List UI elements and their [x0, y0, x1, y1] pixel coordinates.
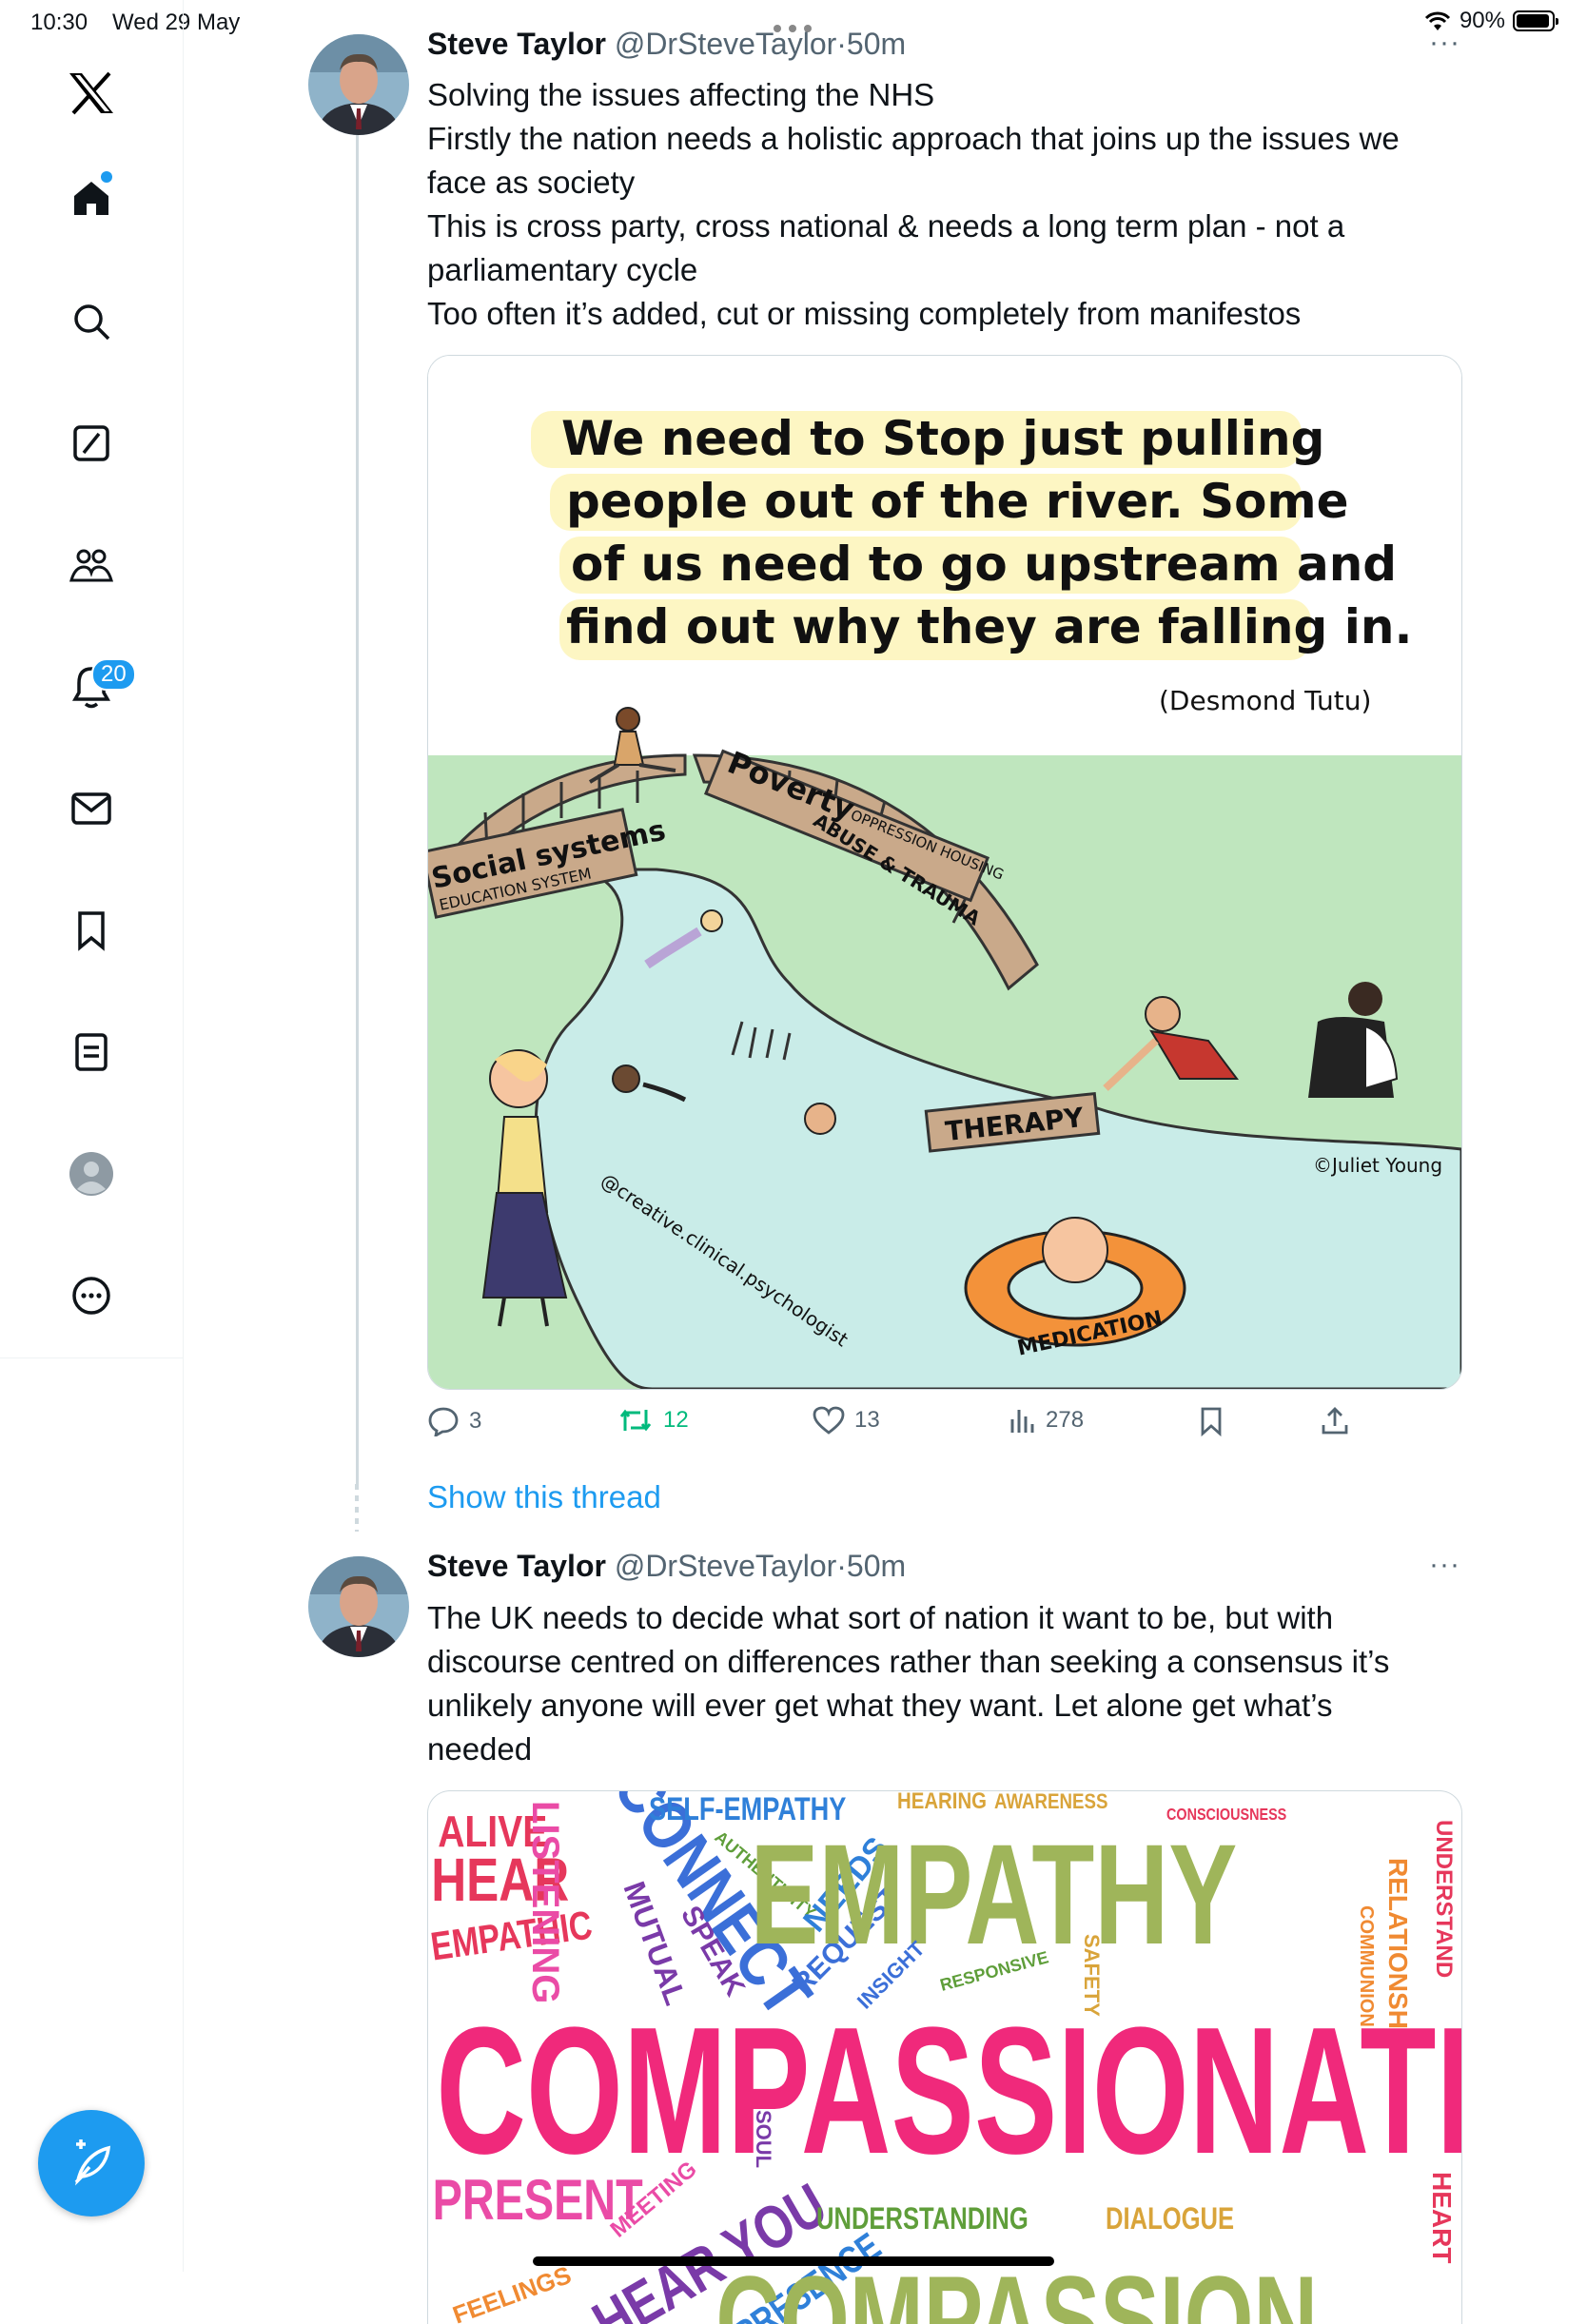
views-count: 278 — [1046, 1407, 1085, 1433]
tweet-avatar[interactable] — [308, 34, 409, 135]
tweet-actions: 3 12 13 278 — [427, 1406, 1379, 1452]
compose-feather-icon — [74, 2139, 111, 2186]
notification-badge: 20 — [91, 658, 136, 691]
retweet-button[interactable]: 12 — [617, 1406, 689, 1435]
like-button[interactable]: 13 — [813, 1406, 880, 1435]
cloud-word: LISTENING — [524, 1801, 566, 2003]
tweet-header: Steve Taylor @DrSteveTaylor·50m — [427, 27, 907, 61]
sidebar: 20 — [0, 0, 184, 2272]
cloud-word: UNDERSTANDING — [816, 2202, 1029, 2236]
show-thread-link[interactable]: Show this thread — [427, 1479, 661, 1515]
sidebar-divider — [0, 1357, 183, 1358]
messages-icon[interactable] — [63, 780, 120, 837]
tweet-more-icon[interactable]: ··· — [1429, 1549, 1460, 1581]
reply-count: 3 — [469, 1408, 482, 1434]
lists-icon[interactable] — [63, 1024, 120, 1081]
cloud-word: AWARENESS — [994, 1791, 1107, 1813]
home-indicator[interactable] — [533, 2256, 1054, 2266]
share-button[interactable] — [1320, 1406, 1350, 1436]
bookmark-icon — [1201, 1407, 1222, 1436]
like-count: 13 — [854, 1407, 880, 1433]
author-handle[interactable]: @DrSteveTaylor — [615, 27, 836, 61]
battery-icon — [1513, 10, 1558, 31]
tweet-timestamp[interactable]: 50m — [847, 1549, 906, 1583]
cloud-word: SOUL — [752, 2110, 775, 2168]
artist-credit: ©Juliet Young — [1313, 1154, 1442, 1177]
tweet-more-icon[interactable]: ··· — [1429, 27, 1460, 59]
share-icon — [1322, 1407, 1348, 1435]
cloud-word: HEARING — [897, 1791, 987, 1813]
grok-icon[interactable] — [63, 415, 120, 472]
home-unread-dot — [101, 171, 112, 183]
tweet-timestamp[interactable]: 50m — [847, 27, 906, 61]
quote-author: (Desmond Tutu) — [1159, 685, 1371, 716]
tweet-image-word-cloud[interactable]: ALIVE HEAR EMPATHIC LISTENING MUTUAL CON… — [427, 1790, 1462, 2324]
cloud-word: FEELINGS — [449, 2260, 575, 2324]
tweet-text: Solving the issues affecting the NHS Fir… — [427, 77, 1400, 331]
views-icon — [1010, 1410, 1034, 1433]
quote-line: find out why they are falling in. — [566, 599, 1412, 654]
profile-avatar-icon[interactable] — [63, 1145, 120, 1202]
x-logo-icon[interactable] — [63, 65, 120, 122]
quote-line: We need to Stop just pulling — [561, 411, 1324, 466]
cloud-word: EMPATHY — [750, 1815, 1237, 1975]
bookmarks-icon[interactable] — [63, 902, 120, 959]
battery-percent: 90% — [1459, 8, 1505, 33]
more-icon[interactable] — [63, 1267, 120, 1324]
heart-icon — [813, 1406, 845, 1435]
views-button[interactable]: 278 — [1008, 1406, 1084, 1435]
bookmark-button[interactable] — [1198, 1406, 1225, 1436]
thread-gap-dots — [355, 1484, 359, 1532]
thread-connector — [356, 135, 359, 1486]
cloud-word: COMPASSIONATE — [436, 1989, 1461, 2192]
tweet-text: The UK needs to decide what sort of nati… — [427, 1600, 1390, 1767]
cloud-word: DIALOGUE — [1106, 2202, 1234, 2236]
search-icon[interactable] — [63, 293, 120, 350]
reply-button[interactable]: 3 — [427, 1406, 481, 1436]
author-name[interactable]: Steve Taylor — [427, 27, 606, 61]
quote-line: people out of the river. Some — [566, 474, 1349, 529]
retweet-icon — [619, 1409, 652, 1432]
tweet-image-illustration[interactable]: We need to Stop just pulling people out … — [427, 355, 1462, 1390]
tweet-header: Steve Taylor @DrSteveTaylor·50m — [427, 1549, 907, 1583]
cloud-word: HEART — [1427, 2172, 1457, 2263]
retweet-count: 12 — [663, 1407, 689, 1433]
tweet-avatar[interactable] — [308, 1556, 409, 1657]
compose-button[interactable] — [38, 2110, 145, 2217]
cloud-word: UNDERSTAND — [1431, 1820, 1457, 1978]
author-name[interactable]: Steve Taylor — [427, 1549, 606, 1583]
reply-icon — [428, 1407, 459, 1436]
cloud-word: CONSCIOUSNESS — [1166, 1806, 1286, 1825]
quote-line: of us need to go upstream and — [571, 537, 1397, 592]
author-handle[interactable]: @DrSteveTaylor — [615, 1549, 836, 1583]
communities-icon[interactable] — [63, 537, 120, 594]
